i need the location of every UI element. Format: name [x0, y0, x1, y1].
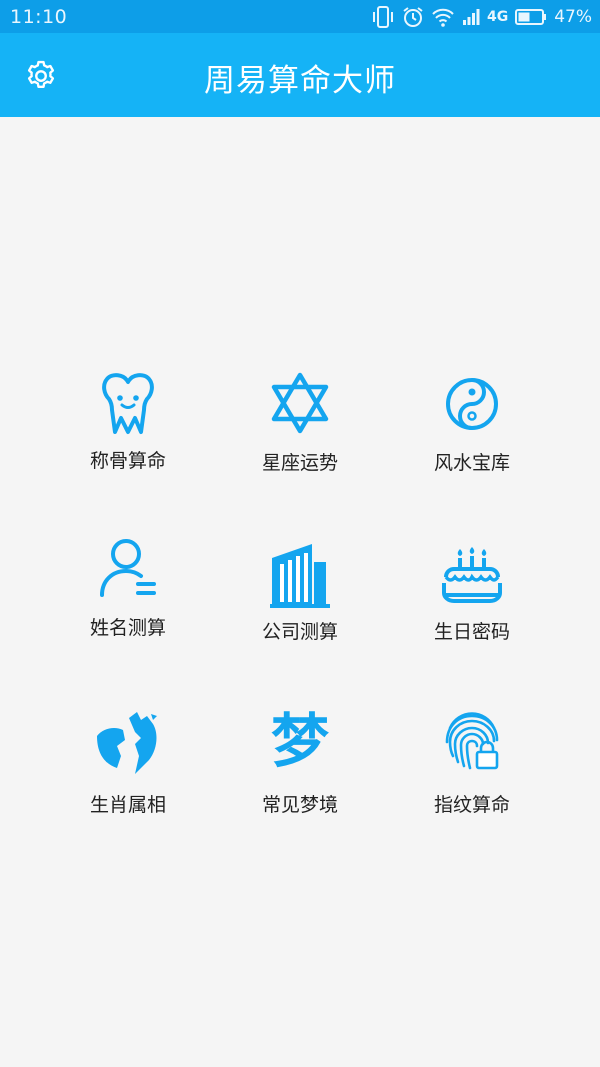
- network-type: 4G: [486, 9, 509, 25]
- zodiac-animal-icon: [97, 712, 157, 774]
- menu-item-label: 称骨算命: [89, 450, 166, 472]
- tooth-icon: [102, 373, 154, 434]
- menu-item-horoscope[interactable]: 星座运势: [220, 372, 380, 474]
- menu-item-fingerprint[interactable]: 指纹算命: [392, 710, 552, 816]
- fingerprint-lock-icon: [445, 712, 499, 770]
- person-icon: [100, 539, 156, 597]
- menu-item-label: 常见梦境: [261, 794, 338, 816]
- menu-item-label: 指纹算命: [433, 794, 510, 816]
- alarm-icon: [403, 7, 423, 27]
- status-time: 11:10: [10, 6, 68, 28]
- dream-icon: 梦: [270, 707, 329, 775]
- menu-item-birthday-code[interactable]: 生日密码: [392, 537, 552, 643]
- star-of-david-icon: [271, 372, 329, 434]
- menu-item-dreams[interactable]: 梦 常见梦境: [220, 707, 380, 816]
- menu-item-label: 生日密码: [433, 621, 510, 643]
- signal-icon: [462, 9, 480, 25]
- app-header: 周易算命大师: [0, 33, 600, 117]
- menu-item-zodiac[interactable]: 生肖属相: [48, 710, 208, 816]
- app-title: 周易算命大师: [204, 63, 396, 99]
- menu-item-name-test[interactable]: 姓名测算: [48, 537, 208, 639]
- menu-item-label: 星座运势: [261, 452, 338, 474]
- building-icon: [270, 544, 330, 608]
- menu-item-label: 生肖属相: [89, 794, 166, 816]
- wifi-icon: [432, 8, 454, 27]
- status-icons: 4G 47%: [371, 4, 592, 30]
- status-bar: 11:10 4G 47%: [0, 0, 600, 33]
- menu-item-label: 姓名测算: [89, 617, 166, 639]
- battery-icon: [515, 9, 547, 25]
- menu-item-fengshui[interactable]: 风水宝库: [392, 372, 552, 474]
- feature-grid: 称骨算命 星座运势 风水宝库 姓名测算 公司测算 生日密码 生肖属相 梦 常见梦…: [0, 117, 600, 1067]
- birthday-cake-icon: [442, 547, 502, 603]
- menu-item-label: 公司测算: [261, 621, 338, 643]
- vibrate-icon: [372, 6, 393, 28]
- menu-item-bone-fortune[interactable]: 称骨算命: [48, 372, 208, 472]
- yin-yang-icon: [446, 378, 498, 430]
- battery-percent: 47%: [554, 7, 592, 27]
- menu-item-company-test[interactable]: 公司测算: [220, 537, 380, 643]
- menu-item-label: 风水宝库: [433, 452, 510, 474]
